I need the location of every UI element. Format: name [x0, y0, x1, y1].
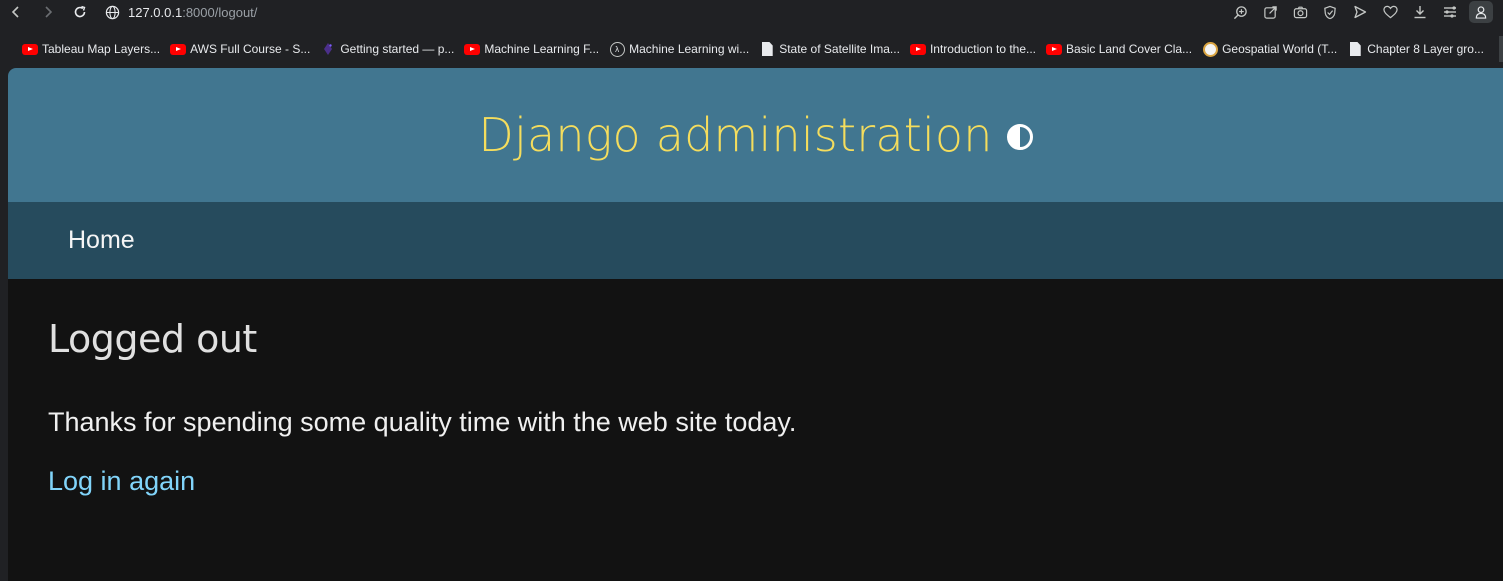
bookmark-label: Machine Learning F... — [484, 42, 600, 56]
bookmark-item[interactable]: Geospatial World (T... — [1202, 37, 1337, 61]
shield-check-icon — [1324, 5, 1336, 19]
site-title[interactable]: Django administration — [478, 108, 992, 162]
reload-button[interactable] — [64, 0, 96, 24]
bookmark-label: Chapter 8 Layer gro... — [1367, 42, 1484, 56]
page-title: Logged out — [48, 317, 257, 361]
back-button[interactable] — [0, 0, 32, 24]
zoom-in-icon — [1233, 5, 1247, 19]
browser-toolbar: 127.0.0.1:8000/logout/ — [0, 0, 1503, 24]
bookmarks-bar: Tableau Map Layers... AWS Full Course - … — [0, 36, 1503, 62]
download-icon — [1414, 6, 1426, 19]
forward-arrow-icon — [45, 6, 53, 18]
document-icon — [759, 41, 775, 57]
screenshot-button[interactable] — [1285, 0, 1315, 24]
back-arrow-icon — [11, 6, 19, 18]
toolbar-actions — [1225, 0, 1503, 24]
bookmark-item[interactable]: State of Satellite Ima... — [759, 37, 900, 61]
bookmark-label: Machine Learning wi... — [629, 42, 750, 56]
camera-icon — [1293, 6, 1307, 18]
send-button[interactable] — [1345, 0, 1375, 24]
send-icon — [1354, 5, 1367, 19]
geospatial-icon — [1202, 41, 1218, 57]
profile-button[interactable] — [1469, 1, 1493, 23]
bookmark-item[interactable]: Basic Land Cover Cla... — [1046, 37, 1192, 61]
youtube-icon — [1046, 41, 1063, 57]
youtube-icon — [170, 41, 187, 57]
bookmark-item[interactable]: Machine Learning F... — [464, 37, 599, 61]
lambda-icon: λ — [609, 41, 625, 57]
bookmark-item[interactable]: Chapter 8 Layer gro... — [1347, 37, 1484, 61]
youtube-icon — [22, 41, 38, 57]
zoom-button[interactable] — [1225, 0, 1255, 24]
globe-icon — [102, 2, 122, 22]
bookmark-label: Geospatial World (T... — [1222, 42, 1338, 56]
download-button[interactable] — [1405, 0, 1435, 24]
address-bar[interactable]: 127.0.0.1:8000/logout/ — [102, 0, 257, 24]
menu-button[interactable] — [1435, 0, 1465, 24]
site-header: Django administration — [8, 68, 1503, 202]
pytorch-icon — [320, 41, 336, 57]
favorite-button[interactable] — [1375, 0, 1405, 24]
bookmark-label: Basic Land Cover Cla... — [1066, 42, 1193, 56]
reload-icon — [74, 5, 86, 18]
page-viewport: Django administration Home Logged out Th… — [8, 68, 1503, 581]
url-text: 127.0.0.1:8000/logout/ — [128, 5, 257, 20]
menu-lines-icon — [1444, 6, 1456, 18]
youtube-icon — [909, 41, 926, 57]
logout-message: Thanks for spending some quality time wi… — [48, 407, 797, 437]
youtube-icon — [464, 41, 481, 57]
url-host: 127.0.0.1 — [128, 4, 183, 20]
shield-button[interactable] — [1315, 0, 1345, 24]
share-button[interactable] — [1255, 0, 1285, 24]
breadcrumb-home-link[interactable]: Home — [68, 226, 135, 255]
forward-button[interactable] — [32, 0, 64, 24]
breadcrumb: Home — [8, 202, 1503, 279]
main-content: Logged out Thanks for spending some qual… — [8, 279, 1503, 497]
bookmark-item[interactable]: Getting started — p... — [320, 37, 454, 61]
bookmark-item[interactable]: Introduction to the... — [909, 37, 1037, 61]
bookmarks-overflow-edge — [1499, 36, 1503, 62]
document-icon — [1347, 41, 1363, 57]
bookmark-item[interactable]: AWS Full Course - S... — [170, 37, 310, 61]
bookmark-label: State of Satellite Ima... — [779, 42, 900, 56]
bookmark-label: AWS Full Course - S... — [190, 42, 311, 56]
theme-toggle-icon[interactable] — [1006, 124, 1033, 150]
bookmark-item[interactable]: Tableau Map Layers... — [22, 37, 160, 61]
user-icon — [1475, 5, 1487, 19]
heart-icon — [1382, 5, 1398, 19]
login-again-link[interactable]: Log in again — [48, 466, 195, 496]
bookmark-label: Getting started — p... — [340, 42, 455, 56]
url-path: :8000/logout/ — [182, 4, 258, 20]
share-icon — [1263, 5, 1277, 19]
bookmark-label: Tableau Map Layers... — [42, 42, 161, 56]
bookmark-item[interactable]: λ Machine Learning wi... — [609, 37, 749, 61]
bookmark-label: Introduction to the... — [929, 42, 1037, 56]
